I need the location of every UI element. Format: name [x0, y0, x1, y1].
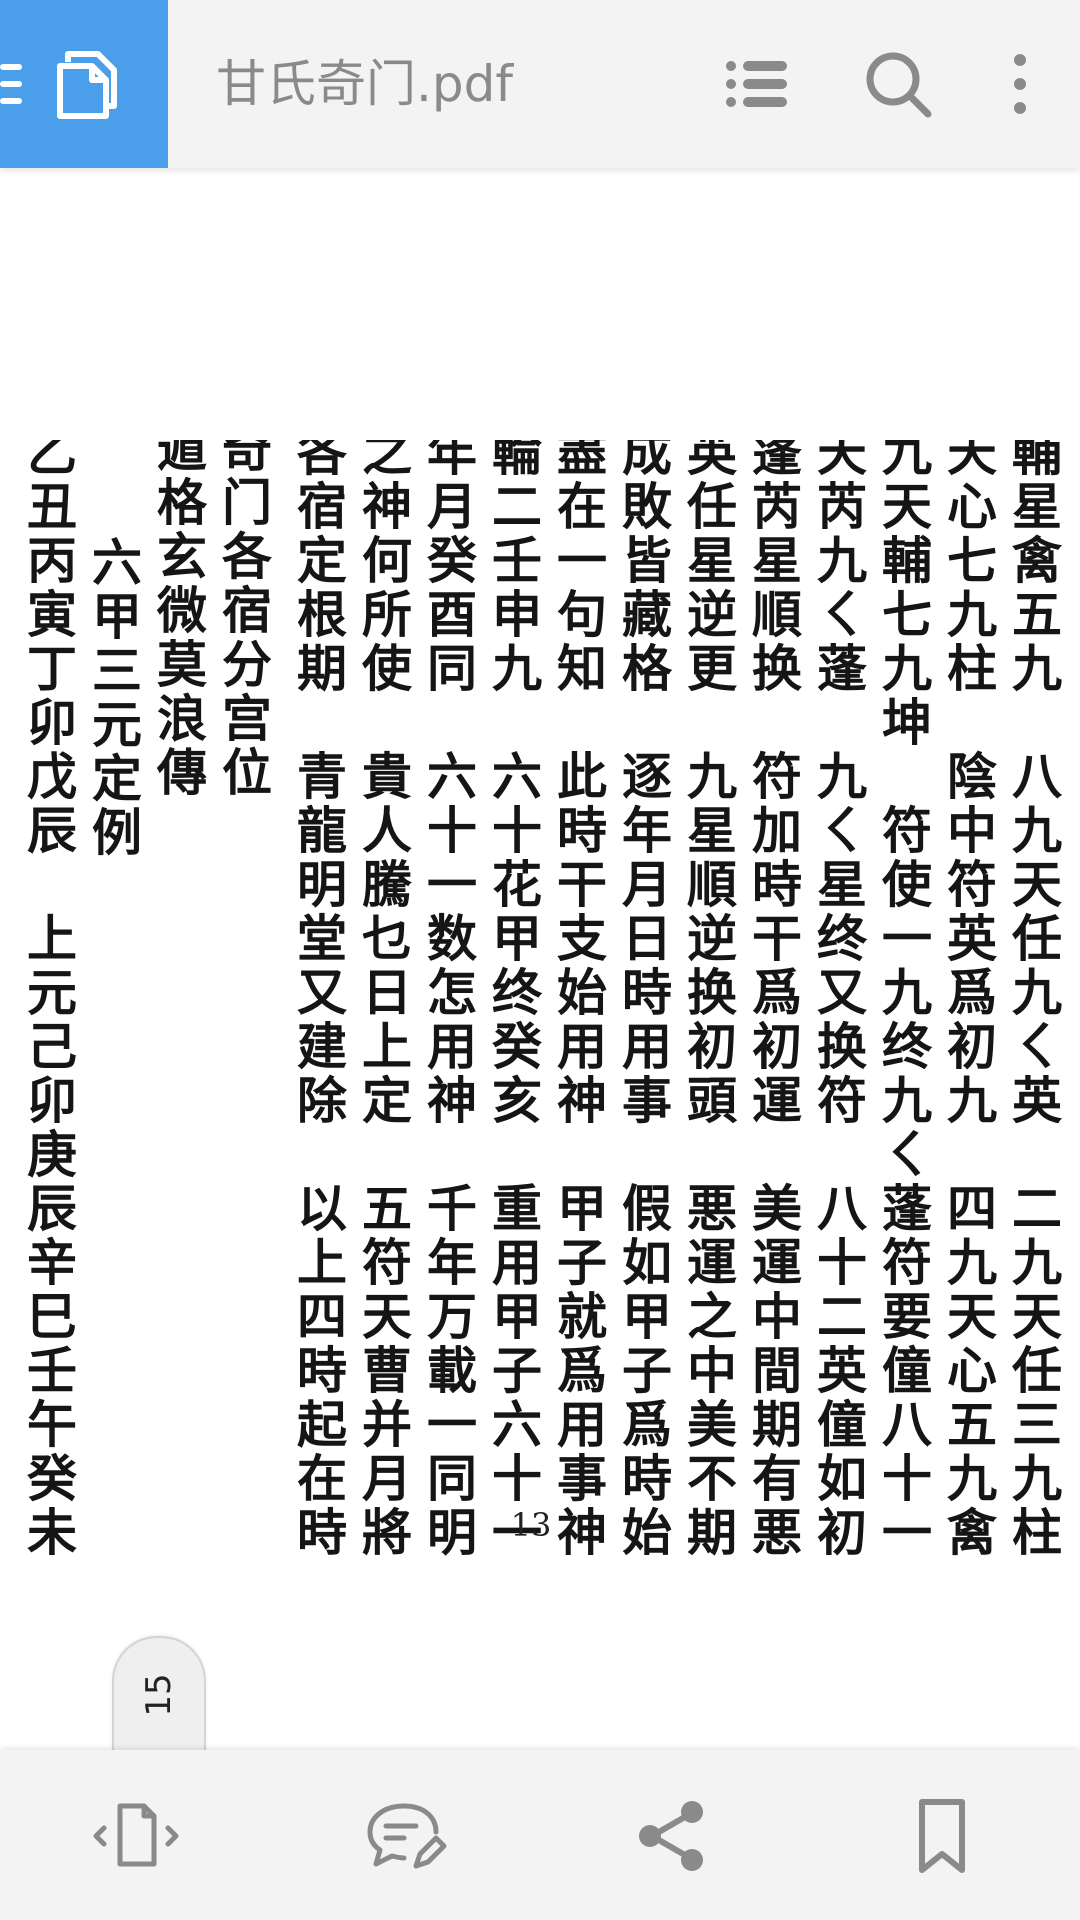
text-column: 遁格玄微莫浪傳	[149, 440, 208, 800]
annotate-button[interactable]	[360, 1792, 448, 1880]
copy-document-icon	[57, 51, 117, 119]
text-column: 上元甲子乙丑丙寅丁卯戊辰 上元己卯庚辰辛巳壬午癸未	[19, 440, 78, 1560]
text-column: 六九天輔七九坤 符使一九终九ㄑ蓬符要僮八十一	[874, 440, 933, 1560]
search-button[interactable]	[858, 44, 938, 124]
text-column: 奇门各宿分宫位	[214, 440, 273, 800]
bookmark-icon	[919, 1799, 965, 1873]
text-column: 許多成敗皆藏格 逐年月日時用事 假如甲子爲時始	[614, 440, 673, 1560]
bottom-toolbar	[0, 1750, 1080, 1920]
document-list-button[interactable]	[0, 0, 168, 168]
more-options-button[interactable]	[980, 44, 1040, 124]
menu-icon	[0, 64, 22, 104]
top-toolbar: 甘氏奇门.pdf	[0, 0, 1080, 168]
more-vertical-icon	[1014, 54, 1026, 114]
text-column: 萬事盡在一句知 此時干支始用神 甲子就爲用事神	[549, 440, 608, 1560]
outline-button[interactable]	[717, 44, 797, 124]
bookmark-button[interactable]	[898, 1792, 986, 1880]
scanned-text-block: 四九輔星禽五九 八九天任九ㄑ英 二九天任三九柱 六九天心七九柱 陰中符英爲初九 四…	[0, 440, 1080, 1560]
search-icon	[866, 52, 932, 118]
text-column: 乙丑輪二壬申九 六十花甲终癸亥 重用甲子六十一	[484, 440, 543, 1560]
pdf-viewer: 甘氏奇门.pdf 四九輔星禽五九 八九天任九ㄑ英 二九天任三九柱 六九天心七九柱…	[0, 0, 1080, 1920]
text-column: 諸星各宿定根期 青龍明堂又建除 以上四時起在時	[289, 440, 348, 1560]
text-column: 用事之神何所使 貴人騰乜日上定 五符天曹并月將	[354, 440, 413, 1560]
convert-document-icon	[93, 1803, 179, 1867]
current-page-indicator[interactable]: 15	[112, 1636, 206, 1752]
share-button[interactable]	[628, 1792, 716, 1880]
document-page[interactable]: 四九輔星禽五九 八九天任九ㄑ英 二九天任三九柱 六九天心七九柱 陰中符英爲初九 四…	[0, 168, 1080, 1748]
convert-button[interactable]	[92, 1792, 180, 1880]
document-title: 甘氏奇门.pdf	[216, 55, 513, 113]
text-column: 陰遁英任星逆更 九星順逆换初頭 悪運之中美不期	[679, 440, 738, 1560]
text-column: 六九天心七九柱 陰中符英爲初九 四九天心五九禽	[939, 440, 998, 1560]
text-column: 四九輔星禽五九 八九天任九ㄑ英 二九天任三九柱	[1004, 440, 1063, 1560]
share-icon	[639, 1801, 703, 1871]
text-column: 十時年月癸酉同 六十一数怎用神 千年万載一同明	[419, 440, 478, 1560]
text-column: 六甲三元定例	[84, 536, 143, 860]
list-icon	[726, 61, 787, 107]
text-column: 陽遁蓬芮星順换 符加時干爲初運 美運中間期有悪	[744, 440, 803, 1560]
text-column: 八九天芮九ㄑ蓬 九ㄑ星终又换符 八十二英僮如初	[809, 440, 868, 1560]
current-page-number: 15	[139, 1673, 179, 1717]
page-number: 13	[510, 1506, 552, 1544]
comment-edit-icon	[367, 1803, 447, 1869]
